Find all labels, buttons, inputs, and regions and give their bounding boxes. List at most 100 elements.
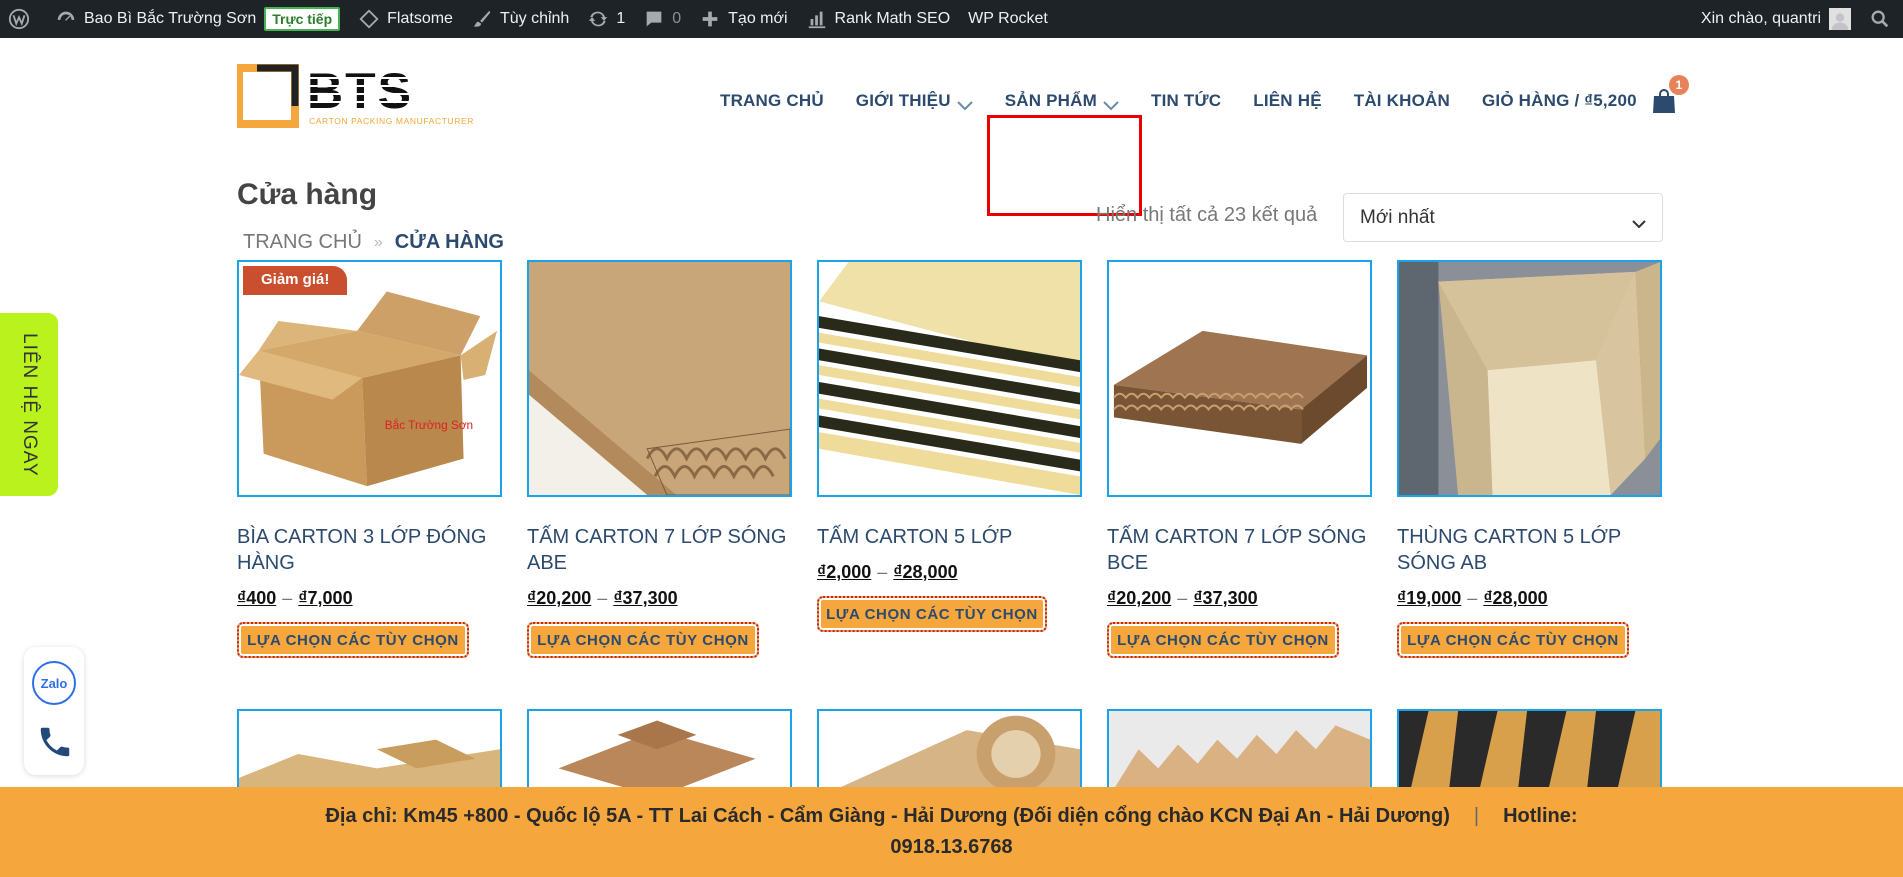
product-image[interactable] <box>527 709 792 799</box>
wordpress-logo-button[interactable] <box>0 0 46 38</box>
admin-search-button[interactable] <box>1860 0 1903 38</box>
main-nav: TRANG CHỦ GIỚI THIỆU SẢN PHẨM TIN TỨC LI… <box>720 75 1689 120</box>
product-image[interactable] <box>817 260 1082 497</box>
cart-button[interactable]: 1 <box>1651 75 1689 115</box>
price-max: ₫37,300 <box>1193 588 1258 608</box>
footer-contact-bar: Địa chỉ: Km45 +800 - Quốc lộ 5A - TT Lai… <box>0 787 1903 877</box>
contact-now-tab[interactable]: LIÊN HỆ NGAY <box>0 313 58 496</box>
sort-select[interactable]: Mới nhất <box>1343 193 1663 242</box>
comments-link[interactable]: 0 <box>634 0 690 38</box>
price-min: ₫19,000 <box>1397 588 1462 608</box>
nav-account[interactable]: TÀI KHOẢN <box>1354 91 1450 111</box>
rank-math-icon <box>806 8 828 30</box>
avatar <box>1829 8 1851 30</box>
chevron-down-icon <box>1103 96 1119 111</box>
breadcrumb-separator: » <box>373 233 383 251</box>
breadcrumb-home[interactable]: TRANG CHỦ <box>243 231 362 254</box>
theme-link[interactable]: Flatsome <box>349 0 462 38</box>
price-min: ₫20,200 <box>527 588 592 608</box>
footer-hotline-label: Hotline: <box>1503 805 1578 827</box>
footer-hotline[interactable]: 0918.13.6768 <box>890 836 1012 859</box>
product-title[interactable]: BÌA CARTON 3 LỚP ĐÓNG HÀNG <box>237 524 502 576</box>
price-max: ₫28,000 <box>893 562 958 582</box>
select-options-button[interactable]: LỰA CHỌN CÁC TÙY CHỌN <box>817 596 1047 632</box>
site-header: BTS CARTON PACKING MANUFACTURER TRANG CH… <box>0 38 1903 216</box>
brush-icon <box>471 8 493 30</box>
product-title[interactable]: TẤM CARTON 5 LỚP <box>817 524 1082 550</box>
select-options-button[interactable]: LỰA CHỌN CÁC TÙY CHỌN <box>1107 622 1339 658</box>
updates-link[interactable]: 1 <box>578 0 634 38</box>
new-content-label: Tạo mới <box>728 10 788 27</box>
result-count: Hiển thị tất cả 23 kết quả <box>1096 204 1318 226</box>
highlight-annotation <box>987 115 1142 216</box>
plus-icon <box>699 8 721 30</box>
product-image[interactable] <box>1397 260 1662 497</box>
live-badge: Trực tiếp <box>264 7 341 31</box>
wp-rocket-link[interactable]: WP Rocket <box>959 0 1057 38</box>
product-image[interactable] <box>817 709 1082 799</box>
nav-home[interactable]: TRANG CHỦ <box>720 91 824 111</box>
product-title[interactable]: THÙNG CARTON 5 LỚP SÓNG AB <box>1397 524 1662 576</box>
product-image[interactable] <box>527 260 792 497</box>
footer-address: Địa chỉ: Km45 +800 - Quốc lộ 5A - TT Lai… <box>325 805 1450 827</box>
breadcrumb-current: CỬA HÀNG <box>394 231 504 253</box>
rank-math-link[interactable]: Rank Math SEO <box>797 0 960 38</box>
nav-about-label: GIỚI THIỆU <box>855 91 951 110</box>
product-price: ₫2,000– ₫28,000 <box>817 562 958 582</box>
cart-count-badge: 1 <box>1668 75 1689 95</box>
product-price: ₫20,200– ₫37,300 <box>527 588 678 608</box>
nav-cart[interactable]: GIỎ HÀNG / ₫5,200 <box>1482 91 1637 111</box>
admin-bar: Bao Bì Bắc Trường Sơn Trực tiếp Flatsome… <box>0 0 1903 38</box>
product-image[interactable] <box>237 709 502 799</box>
select-options-button[interactable]: LỰA CHỌN CÁC TÙY CHỌN <box>237 622 469 658</box>
chevron-down-icon <box>956 96 973 111</box>
price-max: ₫37,300 <box>613 588 678 608</box>
wordpress-icon <box>8 8 30 30</box>
customize-link[interactable]: Tùy chỉnh <box>462 0 578 38</box>
account-menu[interactable]: Xin chào, quantri <box>1692 0 1860 38</box>
nav-products[interactable]: SẢN PHẨM <box>1005 91 1119 111</box>
new-content-link[interactable]: Tạo mới <box>690 0 796 38</box>
customize-label: Tùy chỉnh <box>499 10 570 27</box>
nav-cart-label: GIỎ HÀNG / ₫5,200 <box>1481 91 1637 110</box>
greeting-label: Xin chào, quantri <box>1700 10 1821 27</box>
product-price: ₫400– ₫7,000 <box>237 588 353 608</box>
product-image[interactable] <box>1397 709 1662 799</box>
product-watermark: Bắc Trường Sơn <box>385 418 473 432</box>
price-min: ₫400 <box>237 588 277 608</box>
product-title[interactable]: TẤM CARTON 7 LỚP SÓNG ABE <box>527 524 792 576</box>
site-logo[interactable]: BTS CARTON PACKING MANUFACTURER <box>235 63 485 130</box>
contact-now-label: LIÊN HỆ NGAY <box>19 332 40 477</box>
product-price: ₫20,200– ₫37,300 <box>1107 588 1258 608</box>
updates-count: 1 <box>616 10 626 27</box>
product-price: ₫19,000– ₫28,000 <box>1397 588 1548 608</box>
product-title[interactable]: TẤM CARTON 7 LỚP SÓNG BCE <box>1107 524 1372 576</box>
price-max: ₫7,000 <box>298 588 353 608</box>
wp-rocket-label: WP Rocket <box>968 10 1048 27</box>
product-image[interactable] <box>1107 709 1372 799</box>
select-options-button[interactable]: LỰA CHỌN CÁC TÙY CHỌN <box>1397 622 1629 658</box>
nav-contact-label: LIÊN HỆ <box>1253 91 1322 110</box>
nav-about[interactable]: GIỚI THIỆU <box>856 91 973 111</box>
price-min: ₫2,000 <box>817 562 872 582</box>
sale-badge: Giảm giá! <box>243 266 348 295</box>
zalo-icon[interactable]: Zalo <box>32 661 76 705</box>
nav-news[interactable]: TIN TỨC <box>1151 91 1221 111</box>
phone-icon[interactable] <box>36 723 74 761</box>
theme-label: Flatsome <box>387 10 453 27</box>
site-name-link[interactable]: Bao Bì Bắc Trường Sơn Trực tiếp <box>46 0 349 38</box>
dashboard-icon <box>55 8 77 30</box>
page-title: Cửa hàng <box>237 178 378 211</box>
price-max: ₫28,000 <box>1483 588 1548 608</box>
nav-news-label: TIN TỨC <box>1150 91 1222 110</box>
nav-contact[interactable]: LIÊN HỆ <box>1253 91 1321 111</box>
product-image[interactable] <box>1107 260 1372 497</box>
product-image[interactable]: Bắc Trường Sơn Giảm giá! <box>237 260 502 497</box>
logo-tagline: CARTON PACKING MANUFACTURER <box>309 116 474 126</box>
chevron-down-icon <box>1632 213 1646 228</box>
nav-home-label: TRANG CHỦ <box>720 91 824 110</box>
comment-icon <box>643 8 665 30</box>
select-options-button[interactable]: LỰA CHỌN CÁC TÙY CHỌN <box>527 622 759 658</box>
price-min: ₫20,200 <box>1107 588 1172 608</box>
footer-line: Địa chỉ: Km45 +800 - Quốc lộ 5A - TT Lai… <box>325 805 1577 828</box>
